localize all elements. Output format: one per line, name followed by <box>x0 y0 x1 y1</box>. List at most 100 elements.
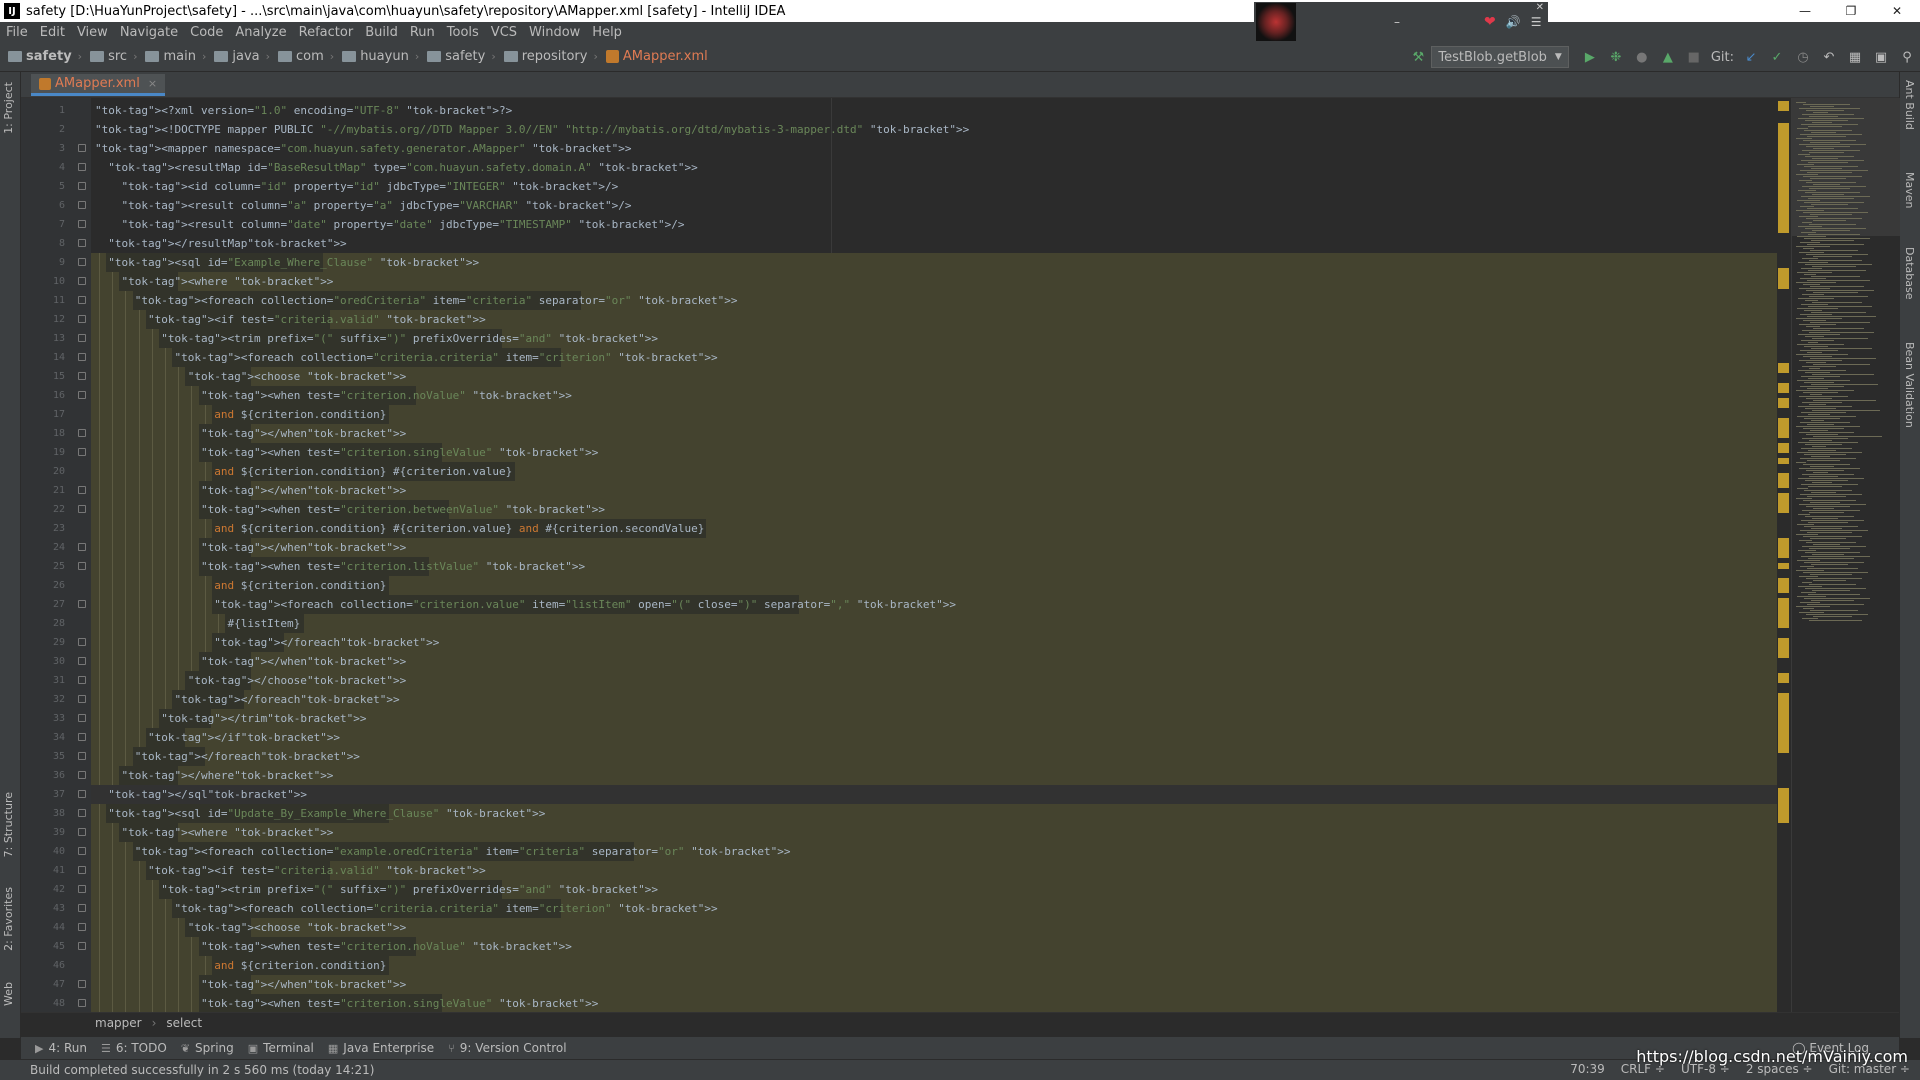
breadcrumb-item-java[interactable]: java › <box>206 49 270 64</box>
scroll-marker[interactable] <box>1778 383 1789 393</box>
code-line[interactable]: 13 "tok-tag"><trim prefix="(" suffix=")"… <box>21 329 1788 348</box>
code-line[interactable]: 42 "tok-tag"><trim prefix="(" suffix=")"… <box>21 880 1788 899</box>
stop-icon[interactable]: ■ <box>1683 46 1705 68</box>
code-line[interactable]: 36 "tok-tag"></where"tok-bracket">> <box>21 766 1788 785</box>
fold-marker-icon[interactable] <box>78 391 86 399</box>
code-line[interactable]: 47 "tok-tag"></when"tok-bracket">> <box>21 975 1788 994</box>
scroll-marker[interactable] <box>1778 808 1789 823</box>
tab-amapper-xml[interactable]: AMapper.xml × <box>31 74 166 96</box>
code-line[interactable]: 19 "tok-tag"><when test="criterion.singl… <box>21 443 1788 462</box>
code-line[interactable]: 18 "tok-tag"></when"tok-bracket">> <box>21 424 1788 443</box>
code-line[interactable]: 22 "tok-tag"><when test="criterion.betwe… <box>21 500 1788 519</box>
minimize-button[interactable]: — <box>1782 0 1828 22</box>
code-line[interactable]: 31 "tok-tag"></choose"tok-bracket">> <box>21 671 1788 690</box>
caret-position[interactable]: 70:39 <box>1570 1062 1605 1076</box>
code-editor[interactable]: 1 "tok-tag"><?xml version="1.0" encoding=… <box>21 98 1788 1012</box>
fold-marker-icon[interactable] <box>78 429 86 437</box>
code-line[interactable]: 11 "tok-tag"><foreach collection="oredCr… <box>21 291 1788 310</box>
scroll-marker[interactable] <box>1778 538 1789 558</box>
code-line[interactable]: 30 "tok-tag"></when"tok-bracket">> <box>21 652 1788 671</box>
tool-tab-spring[interactable]: ❦ Spring <box>181 1041 234 1055</box>
fold-marker-icon[interactable] <box>78 904 86 912</box>
code-line[interactable]: 6 "tok-tag"><result column="a" property=… <box>21 196 1788 215</box>
fold-marker-icon[interactable] <box>78 334 86 342</box>
ant-build-tool-tab[interactable]: Ant Build <box>1903 80 1916 130</box>
code-line[interactable]: 28 #{listItem} <box>21 614 1788 633</box>
scroll-marker[interactable] <box>1778 493 1789 513</box>
close-window-button[interactable]: ✕ <box>1874 0 1920 22</box>
album-art-thumbnail[interactable] <box>1256 3 1296 41</box>
tool-tab-terminal[interactable]: ▣ Terminal <box>248 1041 314 1055</box>
git-update-icon[interactable]: ↙ <box>1740 46 1762 68</box>
fold-marker-icon[interactable] <box>78 505 86 513</box>
breadcrumb-item-main[interactable]: main › <box>137 49 206 64</box>
breadcrumb-item-safety[interactable]: safety › <box>419 49 496 64</box>
run-configuration-dropdown[interactable]: TestBlob.getBlob ▼ <box>1431 46 1569 68</box>
fold-marker-icon[interactable] <box>78 752 86 760</box>
web-tool-tab[interactable]: Web <box>2 982 15 1006</box>
fold-marker-icon[interactable] <box>78 372 86 380</box>
favorites-tool-tab[interactable]: 2: Favorites <box>2 887 15 951</box>
code-line[interactable]: 29 "tok-tag"></foreach"tok-bracket">> <box>21 633 1788 652</box>
status-message[interactable]: Build completed successfully in 2 s 560 … <box>30 1063 374 1077</box>
widget-minimize-button[interactable]: – <box>1394 15 1400 29</box>
code-line[interactable]: 7 "tok-tag"><result column="date" proper… <box>21 215 1788 234</box>
fold-marker-icon[interactable] <box>78 562 86 570</box>
menu-help[interactable]: Help <box>586 25 628 40</box>
debug-icon[interactable]: ❉ <box>1605 46 1627 68</box>
fold-marker-icon[interactable] <box>78 448 86 456</box>
code-line[interactable]: 46 and ${criterion.condition} <box>21 956 1788 975</box>
fold-marker-icon[interactable] <box>78 239 86 247</box>
code-line[interactable]: 27 "tok-tag"><foreach collection="criter… <box>21 595 1788 614</box>
fold-marker-icon[interactable] <box>78 885 86 893</box>
maven-tool-tab[interactable]: Maven <box>1903 172 1916 208</box>
scroll-marker[interactable] <box>1778 673 1789 683</box>
code-line[interactable]: 9 "tok-tag"><sql id="Example_Where_Claus… <box>21 253 1788 272</box>
code-line[interactable]: 44 "tok-tag"><choose "tok-bracket">> <box>21 918 1788 937</box>
breadcrumb-item-src[interactable]: src › <box>82 49 137 64</box>
heart-icon[interactable]: ❤ <box>1484 14 1496 30</box>
fold-marker-icon[interactable] <box>78 866 86 874</box>
fold-marker-icon[interactable] <box>78 771 86 779</box>
fold-marker-icon[interactable] <box>78 600 86 608</box>
code-line[interactable]: 23 and ${criterion.condition} #{criterio… <box>21 519 1788 538</box>
git-commit-icon[interactable]: ✓ <box>1766 46 1788 68</box>
code-line[interactable]: 39 "tok-tag"><where "tok-bracket">> <box>21 823 1788 842</box>
volume-icon[interactable]: 🔊 <box>1506 15 1521 29</box>
revert-icon[interactable]: ↶ <box>1818 46 1840 68</box>
fold-marker-icon[interactable] <box>78 999 86 1007</box>
project-structure-icon[interactable]: ▦ <box>1844 46 1866 68</box>
menu-tools[interactable]: Tools <box>441 25 485 40</box>
code-line[interactable]: 17 and ${criterion.condition} <box>21 405 1788 424</box>
scroll-marker[interactable] <box>1778 563 1789 569</box>
database-tool-tab[interactable]: Database <box>1903 247 1916 300</box>
fold-marker-icon[interactable] <box>78 220 86 228</box>
code-line[interactable]: 15 "tok-tag"><choose "tok-bracket">> <box>21 367 1788 386</box>
fold-marker-icon[interactable] <box>78 790 86 798</box>
fold-marker-icon[interactable] <box>78 353 86 361</box>
fold-marker-icon[interactable] <box>78 809 86 817</box>
fold-marker-icon[interactable] <box>78 277 86 285</box>
scroll-marker[interactable] <box>1778 283 1789 289</box>
fold-marker-icon[interactable] <box>78 201 86 209</box>
fold-marker-icon[interactable] <box>78 296 86 304</box>
breadcrumb-item-com[interactable]: com › <box>270 49 334 64</box>
fold-marker-icon[interactable] <box>78 942 86 950</box>
fold-marker-icon[interactable] <box>78 657 86 665</box>
fold-marker-icon[interactable] <box>78 163 86 171</box>
code-line[interactable]: 37 "tok-tag"></sql"tok-bracket">> <box>21 785 1788 804</box>
scroll-marker[interactable] <box>1778 418 1789 438</box>
playlist-icon[interactable]: ☰ <box>1531 15 1542 29</box>
error-stripe[interactable] <box>1777 98 1790 1012</box>
project-tool-tab[interactable]: 1: Project <box>2 82 15 134</box>
menu-analyze[interactable]: Analyze <box>229 25 292 40</box>
code-line[interactable]: 32 "tok-tag"></foreach"tok-bracket">> <box>21 690 1788 709</box>
scroll-marker[interactable] <box>1778 598 1789 628</box>
breadcrumb-item-huayun[interactable]: huayun › <box>334 49 419 64</box>
fold-marker-icon[interactable] <box>78 923 86 931</box>
code-line[interactable]: 12 "tok-tag"><if test="criteria.valid" "… <box>21 310 1788 329</box>
scroll-marker[interactable] <box>1778 638 1789 658</box>
code-minimap[interactable] <box>1791 98 1900 1012</box>
scroll-marker[interactable] <box>1778 101 1789 111</box>
code-line[interactable]: 38 "tok-tag"><sql id="Update_By_Example_… <box>21 804 1788 823</box>
